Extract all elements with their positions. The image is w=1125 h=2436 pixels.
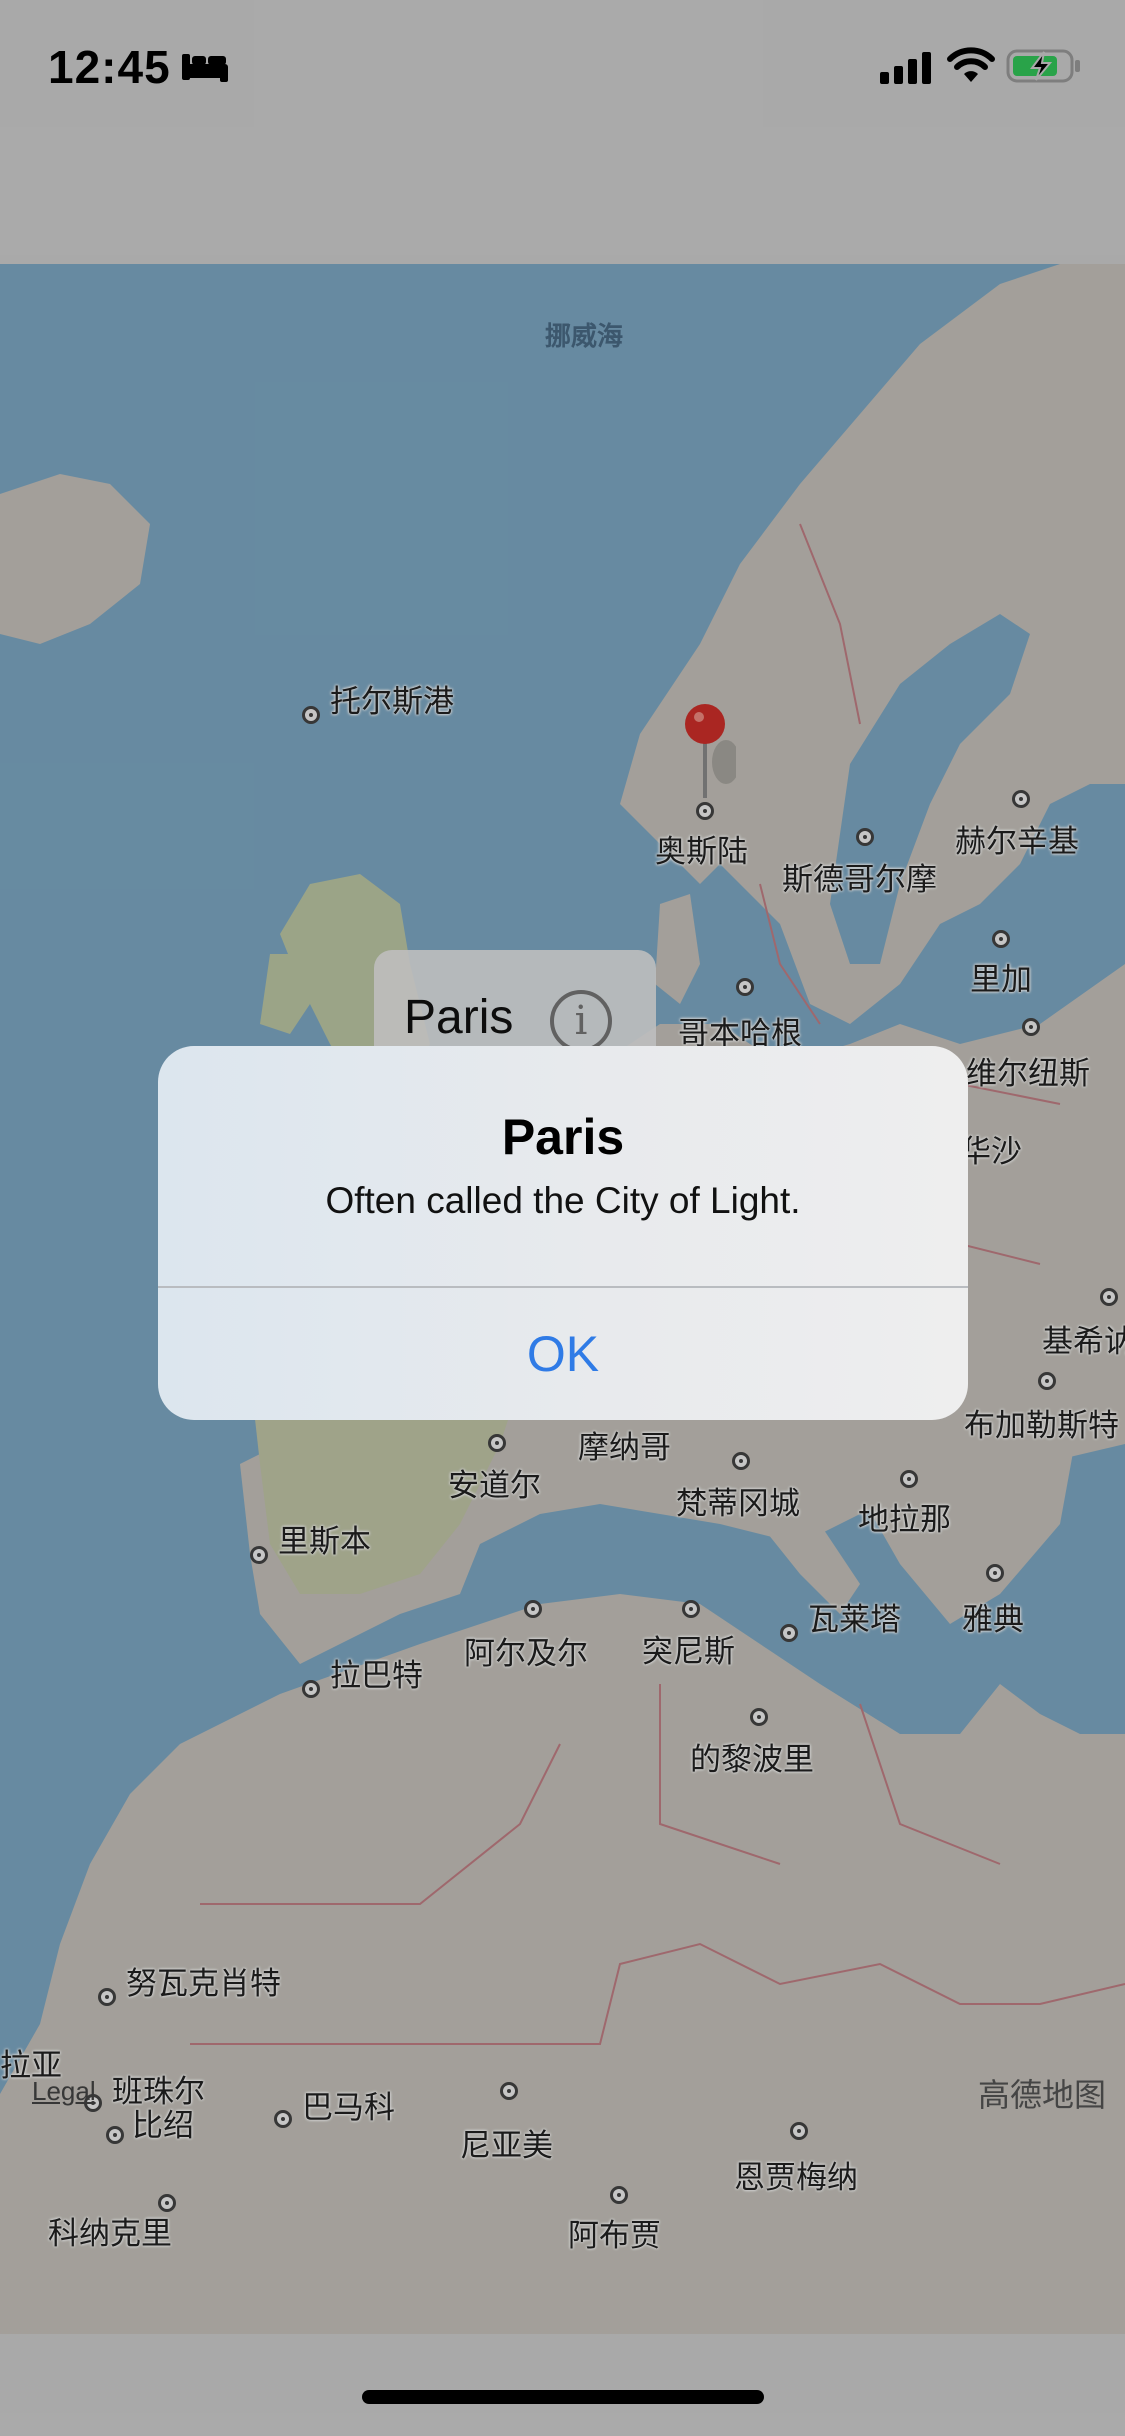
alert-message: Often called the City of Light.	[325, 1180, 801, 1221]
ok-button[interactable]: OK	[158, 1288, 968, 1420]
alert-title: Paris	[501, 1109, 625, 1165]
home-indicator[interactable]	[362, 2390, 764, 2404]
alert-dialog: Paris Often called the City of Light. OK	[158, 1046, 968, 1420]
